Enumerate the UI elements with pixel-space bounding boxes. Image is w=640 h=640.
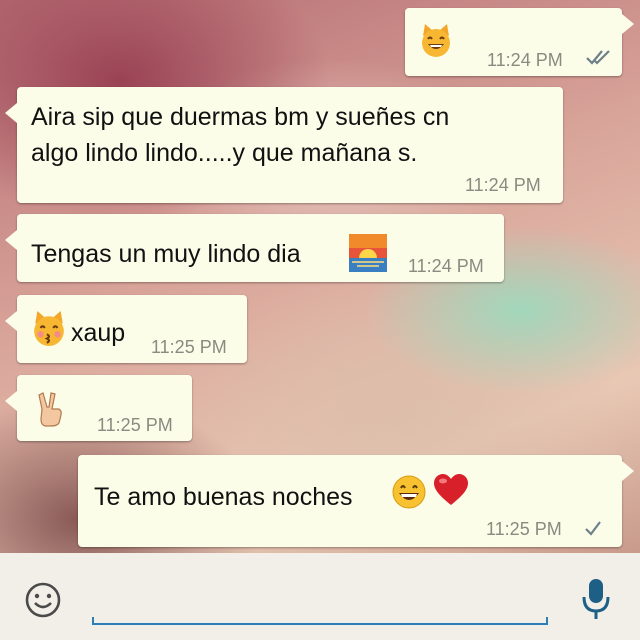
message-bubble-incoming[interactable]: 11:25 PM [5, 375, 192, 441]
message-time: 11:25 PM [486, 519, 562, 539]
message-time: 11:24 PM [465, 175, 541, 195]
message-text: Te amo buenas noches [94, 483, 353, 511]
message-time: 11:24 PM [408, 256, 484, 276]
red-heart-emoji [434, 474, 468, 505]
message-input[interactable] [96, 581, 548, 619]
message-bubble-incoming[interactable]: xaup 11:25 PM [5, 295, 247, 363]
message-text: xaup [71, 319, 126, 347]
message-time: 11:25 PM [151, 337, 227, 357]
double-tick-icon [585, 48, 613, 71]
message-input-bar [0, 553, 640, 640]
message-bubble-incoming[interactable]: Tengas un muy lindo dia 11:24 PM [5, 214, 504, 282]
message-text: algo lindo lindo.....y que mañana s. [31, 139, 418, 167]
sunrise-emoji [349, 234, 387, 272]
message-text: Aira sip que duermas bm y sueñes cn [31, 103, 450, 131]
single-tick-icon [584, 519, 602, 542]
microphone-icon[interactable] [580, 577, 612, 623]
message-bubble-incoming[interactable]: Aira sip que duermas bm y sueñes cn algo… [5, 87, 563, 203]
victory-hand-emoji [38, 392, 62, 427]
smiley-icon[interactable] [24, 581, 62, 619]
message-bubble-outgoing[interactable]: Te amo buenas noches 11:25 PM [78, 455, 634, 547]
message-text: Tengas un muy lindo dia [31, 240, 301, 268]
message-time: 11:24 PM [487, 50, 563, 70]
kissing-cat-emoji [34, 311, 64, 346]
message-bubble-outgoing[interactable]: 11:24 PM [405, 8, 634, 76]
grinning-cat-emoji [422, 24, 450, 57]
message-input-underline [92, 617, 548, 625]
grinning-face-emoji [392, 475, 426, 509]
message-time: 11:25 PM [97, 415, 173, 435]
